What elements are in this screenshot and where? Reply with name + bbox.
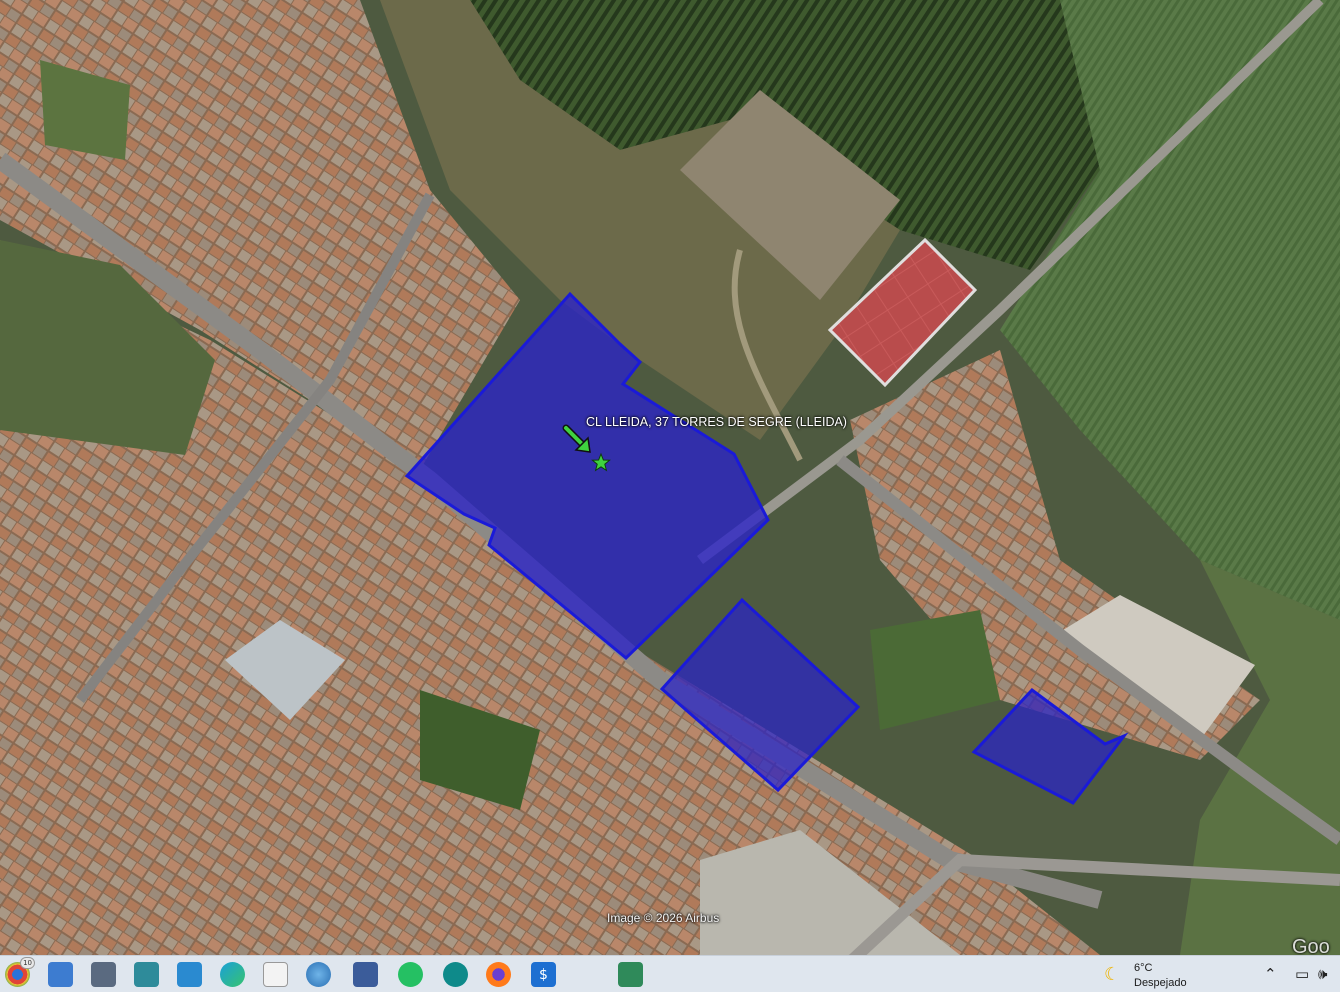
arrow-app-icon[interactable] [574,962,599,987]
provider-logo: Goo [1292,936,1330,955]
address-label: CL LLEIDA, 37 TORRES DE SEGRE (LLEIDA) [586,415,847,429]
firefox-icon[interactable] [486,962,511,987]
photos-icon[interactable] [48,962,73,987]
edge-icon[interactable] [220,962,245,987]
chevron-up-icon[interactable]: ⌃ [1264,965,1277,983]
image-attribution: Image © 2026 Airbus [607,911,720,925]
whatsapp-icon[interactable] [398,962,423,987]
volume-icon[interactable]: 🕪 [1318,965,1327,983]
save-disk-icon[interactable] [353,962,378,987]
satellite-map[interactable]: CL LLEIDA, 37 TORRES DE SEGRE (LLEIDA) I… [0,0,1340,955]
weather-condition: Despejado [1134,977,1187,989]
snipping-tool-icon[interactable] [91,962,116,987]
chrome-icon[interactable]: 10 [5,957,35,987]
notepad-icon[interactable] [263,962,288,987]
gallery-icon[interactable] [177,962,202,987]
wifi-app-icon[interactable] [443,962,468,987]
dollar-app-icon[interactable]: $ [531,962,556,987]
notification-badge: 10 [20,957,35,969]
weather-temperature: 6°C [1134,962,1153,974]
globe-icon[interactable] [306,962,331,987]
window-app-icon[interactable] [618,962,643,987]
display-icon[interactable]: ▭ [1295,965,1309,983]
moon-icon: ☾ [1104,964,1121,985]
taskbar: 10 $ ☾ 6°C Despejado ⌃ ▭ 🕪 [0,955,1340,992]
secure-files-icon[interactable] [134,962,159,987]
